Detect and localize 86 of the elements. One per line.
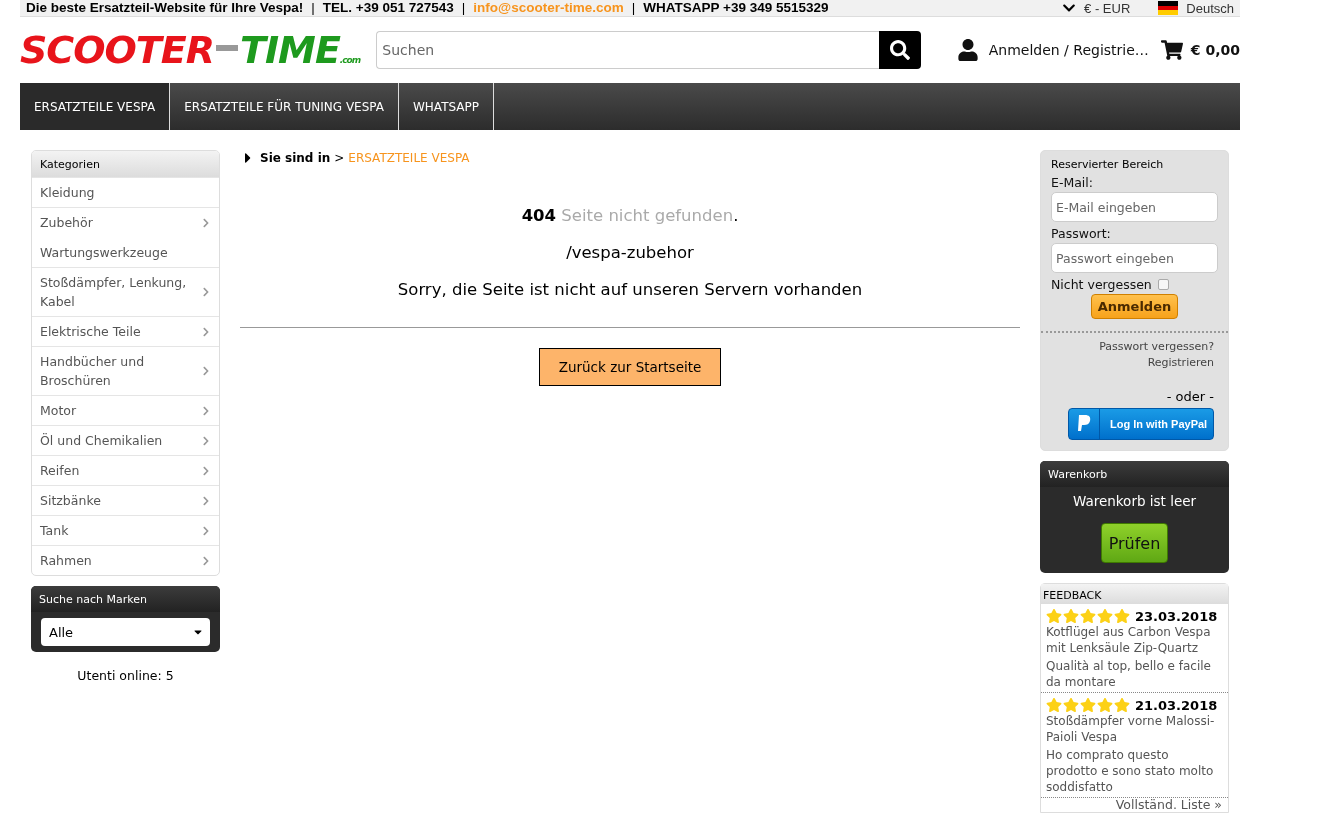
star-icon bbox=[1046, 697, 1062, 713]
category-item[interactable]: Motor bbox=[32, 395, 219, 425]
star-icon bbox=[1063, 608, 1079, 624]
login-button[interactable]: Anmelden bbox=[1090, 294, 1179, 319]
nav-tab[interactable]: ERSATZTEILE VESPA bbox=[20, 83, 171, 130]
error-message: Sorry, die Seite ist nicht auf unseren Servern vorhanden bbox=[397, 280, 863, 299]
breadcrumb-label: Sie sind in bbox=[260, 151, 331, 165]
category-item[interactable]: Wartungswerkzeuge bbox=[32, 237, 219, 267]
whatsapp-text: WHATSAPP +39 349 5515329 bbox=[643, 1, 829, 15]
chevron-right-icon bbox=[201, 555, 211, 566]
star-icon bbox=[1046, 608, 1062, 624]
star-icon bbox=[1063, 697, 1079, 713]
panel-title: Reservierter Bereich bbox=[1051, 158, 1165, 171]
user-icon bbox=[956, 39, 979, 61]
category-item[interactable]: Rahmen bbox=[32, 545, 219, 575]
separator-text: | bbox=[461, 1, 466, 15]
star-icon bbox=[1097, 608, 1113, 624]
search-icon bbox=[889, 40, 910, 60]
back-home-button[interactable]: Zurück zur Startseite bbox=[538, 348, 722, 386]
feedback-comment: Qualità al top, bello e facile da montare bbox=[1046, 658, 1212, 690]
feedback-comment: Ho comprato questo prodotto e sono stato molto soddisfatto bbox=[1046, 747, 1215, 795]
full-list-link[interactable]: Vollständ. Liste » bbox=[1115, 798, 1228, 812]
panel-title: Warenkorb bbox=[1040, 461, 1229, 487]
product-name: Stoßdämpfer vorne Malossi-Paioli Vespa bbox=[1046, 713, 1216, 745]
chevron-right-icon bbox=[201, 326, 211, 337]
chevron-right-icon bbox=[201, 405, 211, 416]
slogan-text: Die beste Ersatzteil-Website für Ihre Vespa! bbox=[26, 1, 304, 15]
cart-link[interactable]: € 0,00 bbox=[1160, 39, 1240, 61]
nav-tab[interactable]: ERSATZTEILE FÜR TUNING VESPA bbox=[170, 83, 399, 130]
email-field[interactable]: E-Mail eingeben bbox=[1051, 192, 1218, 222]
or-text: - oder - bbox=[1166, 389, 1214, 404]
forgot-password-link[interactable]: Passwort vergessen? bbox=[1099, 339, 1214, 355]
feedback-date: 21.03.2018 bbox=[1135, 697, 1218, 713]
nav-tab[interactable]: WHATSAPP bbox=[399, 83, 494, 130]
online-users-text: Utenti online: 5 bbox=[76, 668, 175, 683]
chevron-right-icon bbox=[201, 217, 211, 228]
panel-title: Kategorien bbox=[32, 151, 219, 177]
product-name: Kotflügel aus Carbon Vespa mit Lenksäule Zip-Quartz bbox=[1046, 624, 1212, 656]
currency-selector[interactable]: € - EUR bbox=[1084, 1, 1131, 15]
chevron-right-icon bbox=[201, 287, 211, 297]
category-item[interactable]: Handbücher und Broschüren bbox=[32, 346, 219, 395]
category-item[interactable]: Sitzbänke bbox=[32, 485, 219, 515]
category-item[interactable]: Tank bbox=[32, 515, 219, 545]
remember-label: Nicht vergessen bbox=[1051, 277, 1152, 292]
category-item[interactable]: Zubehör bbox=[32, 207, 219, 237]
separator-text: | bbox=[311, 1, 315, 15]
brand-select[interactable]: Alle bbox=[41, 618, 210, 646]
error-heading: 404 Seite nicht gefunden. bbox=[521, 206, 739, 225]
register-link[interactable]: Registrieren bbox=[1147, 355, 1214, 371]
star-icon bbox=[1080, 697, 1096, 713]
chevron-right-icon bbox=[201, 465, 211, 476]
phone-text: TEL. +39 051 727543 bbox=[322, 1, 454, 15]
category-item[interactable]: Kleidung bbox=[32, 177, 219, 207]
cart-icon bbox=[1160, 39, 1183, 61]
paypal-login-button[interactable]: Log In with PayPal bbox=[1068, 408, 1214, 440]
category-item[interactable]: Reifen bbox=[32, 455, 219, 485]
password-label: Passwort: bbox=[1051, 226, 1112, 241]
category-item[interactable]: Öl und Chemikalien bbox=[32, 425, 219, 455]
paypal-logo-icon bbox=[1077, 415, 1091, 433]
error-path: /vespa-zubehor bbox=[566, 243, 694, 262]
star-icon bbox=[1114, 608, 1130, 624]
chevron-right-icon bbox=[201, 435, 211, 446]
flag-icon bbox=[1158, 1, 1179, 15]
email-label: E-Mail: bbox=[1051, 175, 1094, 190]
feedback-date: 23.03.2018 bbox=[1135, 608, 1218, 624]
search-field[interactable]: Suchen bbox=[376, 31, 879, 69]
panel-title: FEEDBACK bbox=[1041, 584, 1228, 604]
cart-empty-text: Warenkorb ist leer bbox=[1072, 493, 1197, 509]
category-item[interactable]: Elektrische Teile bbox=[32, 316, 219, 346]
remember-checkbox[interactable] bbox=[1157, 279, 1169, 290]
star-icon bbox=[1114, 697, 1130, 713]
check-button[interactable]: Prüfen bbox=[1100, 523, 1169, 563]
chevron-right-icon bbox=[201, 525, 211, 536]
login-register-link[interactable]: Anmelden / Registrie… bbox=[956, 39, 1149, 61]
category-item[interactable]: Stoßdämpfer, Lenkung, Kabel bbox=[32, 267, 219, 316]
separator-text: | bbox=[631, 1, 636, 15]
star-icon bbox=[1097, 697, 1113, 713]
search-button[interactable] bbox=[878, 31, 921, 69]
chevron-right-icon bbox=[201, 366, 211, 376]
password-field[interactable]: Passwort eingeben bbox=[1051, 243, 1218, 273]
breadcrumb-separator: > bbox=[334, 151, 345, 165]
language-selector[interactable]: Deutsch bbox=[1186, 1, 1234, 15]
panel-title: Suche nach Marken bbox=[31, 586, 220, 612]
chevron-right-icon bbox=[201, 495, 211, 506]
logo[interactable]: SCOOTER TIME.com bbox=[20, 28, 377, 72]
star-icon bbox=[1080, 608, 1096, 624]
